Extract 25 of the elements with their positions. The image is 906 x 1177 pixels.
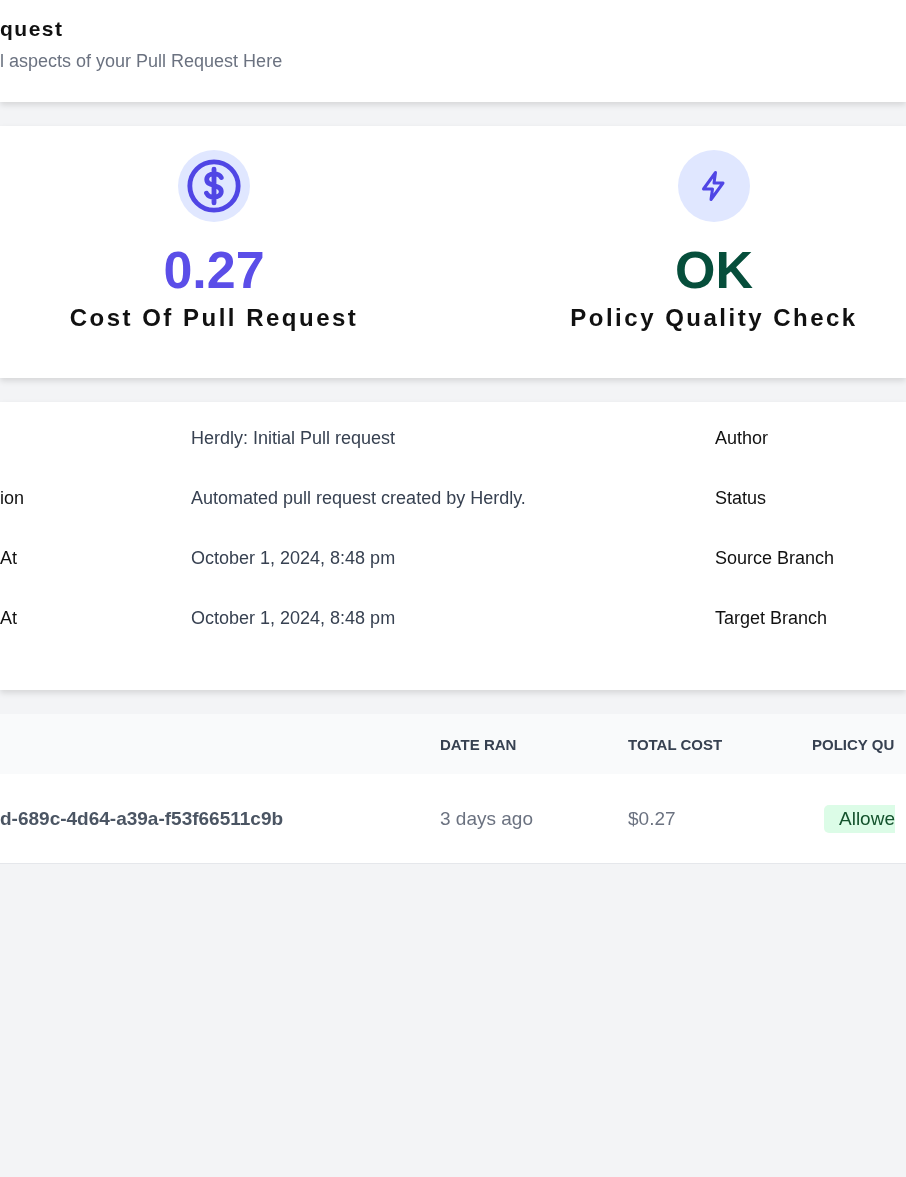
column-header: POLICY QU (812, 735, 896, 753)
stat-value: OK (675, 244, 753, 296)
detail-label: Status (715, 488, 768, 509)
detail-label: At (0, 548, 18, 569)
stat-label: Cost Of Pull Request (69, 304, 359, 332)
detail-label: Source Branch (715, 548, 836, 569)
detail-value: October 1, 2024, 8:48 pm (191, 608, 397, 629)
detail-label: Target Branch (715, 608, 829, 629)
detail-label: At (0, 608, 18, 629)
table-cell-text: d-689c-4d64-a39a-f53f66511c9b (0, 807, 285, 830)
detail-label: Author (715, 428, 770, 449)
detail-label: ion (0, 488, 26, 509)
stat-label: Policy Quality Check (570, 304, 858, 332)
column-header: DATE RAN (440, 735, 518, 753)
table-cell-text: $0.27 (628, 807, 677, 830)
dollar-icon (185, 157, 243, 215)
page-subtitle: l aspects of your Pull Request Here (0, 51, 284, 72)
detail-value: Herdly: Initial Pull request (191, 428, 397, 449)
column-header: TOTAL COST (628, 735, 724, 753)
stat-value: 0.27 (163, 244, 265, 296)
page-title: quest (0, 17, 65, 41)
table-cell-text: 3 days ago (440, 807, 534, 830)
detail-value: October 1, 2024, 8:48 pm (191, 548, 397, 569)
status-badge: Allowe (824, 804, 895, 833)
detail-value: Automated pull request created by Herdly. (191, 488, 527, 509)
